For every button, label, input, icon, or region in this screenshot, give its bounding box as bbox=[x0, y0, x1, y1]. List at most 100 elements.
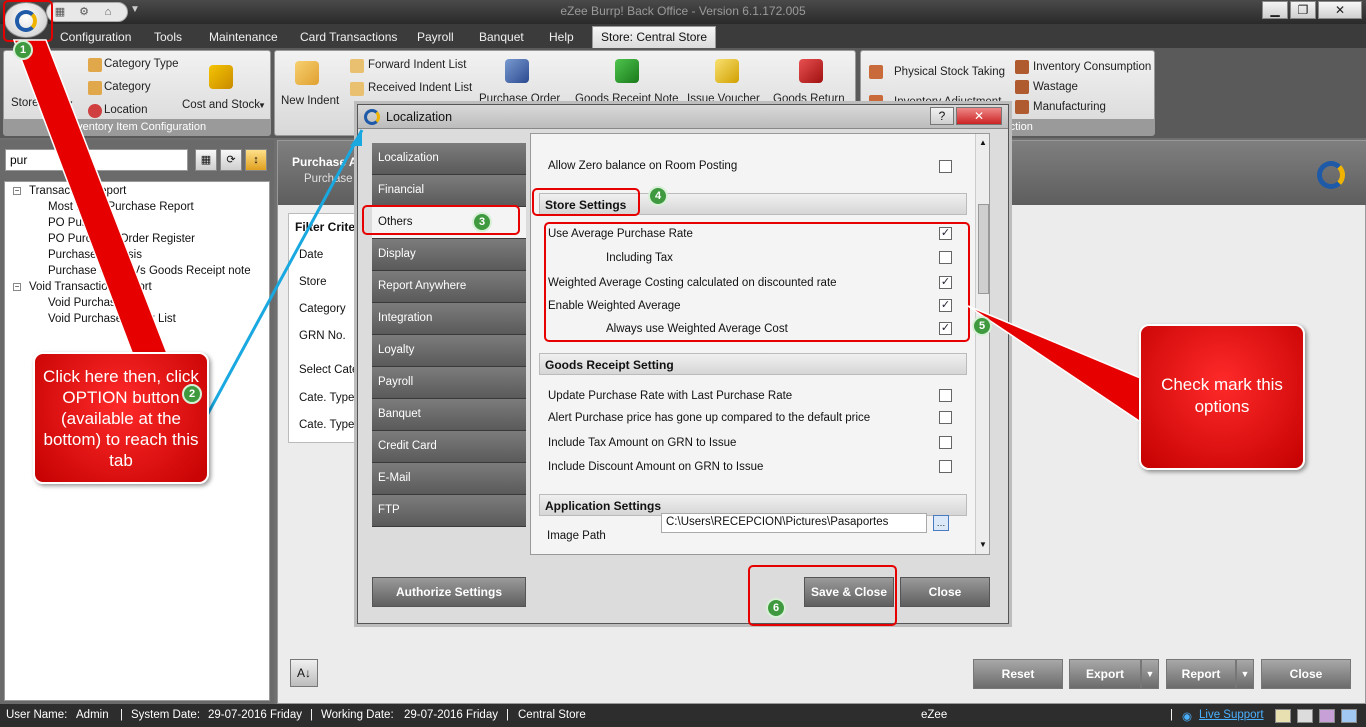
include-tax-grn-checkbox[interactable] bbox=[939, 436, 952, 449]
physical-stock-icon bbox=[869, 65, 883, 79]
tree-node-transaction-report[interactable]: Transaction Report bbox=[29, 185, 126, 197]
localization-dialog: Localization ? ✕ Localization Financial … bbox=[357, 104, 1009, 624]
tray-icon[interactable] bbox=[1341, 709, 1357, 723]
physical-stock-taking-button[interactable]: Physical Stock Taking bbox=[894, 66, 1005, 78]
close-report-button[interactable]: Close bbox=[1261, 659, 1351, 689]
tab-display[interactable]: Display bbox=[372, 239, 526, 271]
tree-item[interactable]: Void Purchase List bbox=[48, 297, 143, 309]
chevron-down-icon[interactable]: ▼ bbox=[258, 101, 266, 110]
cost-and-stock-button[interactable]: Cost and Stock bbox=[182, 99, 260, 111]
tree-item[interactable]: Void Purchase Order List bbox=[48, 313, 176, 325]
allow-zero-checkbox[interactable] bbox=[939, 160, 952, 173]
image-path-field[interactable]: C:\Users\RECEPCION\Pictures\Pasaportes bbox=[661, 513, 927, 533]
tab-localization[interactable]: Localization bbox=[372, 143, 526, 175]
tab-report-anywhere[interactable]: Report Anywhere bbox=[372, 271, 526, 303]
menu-configuration[interactable]: Configuration bbox=[60, 30, 131, 44]
tree-item[interactable]: PO Purchase bbox=[48, 217, 116, 229]
globe-icon: ◉ bbox=[1182, 711, 1193, 723]
tab-ftp[interactable]: FTP bbox=[372, 495, 526, 527]
menu-help[interactable]: Help bbox=[549, 30, 574, 44]
tab-loyalty[interactable]: Loyalty bbox=[372, 335, 526, 367]
sort-az-icon[interactable]: A↓ bbox=[290, 659, 318, 687]
system-date-label: System Date: bbox=[131, 709, 201, 721]
refresh-icon[interactable]: ⟳ bbox=[220, 149, 242, 171]
scroll-down-icon[interactable]: ▼ bbox=[979, 540, 987, 549]
system-date-value: 29-07-2016 Friday bbox=[208, 709, 302, 721]
menu-payroll[interactable]: Payroll bbox=[417, 30, 454, 44]
scroll-thumb[interactable] bbox=[978, 204, 989, 294]
alert-purchase-price-checkbox[interactable] bbox=[939, 411, 952, 424]
minimize-button[interactable]: ▁ bbox=[1262, 1, 1288, 19]
new-indent-icon bbox=[295, 61, 319, 85]
category-type-button[interactable]: Category Type bbox=[104, 58, 179, 70]
reset-button[interactable]: Reset bbox=[973, 659, 1063, 689]
purchase-order-icon bbox=[505, 59, 529, 83]
tree-node-void-transaction-report[interactable]: Void Transaction Report bbox=[29, 281, 152, 293]
divider: | bbox=[310, 709, 313, 721]
live-support-link[interactable]: Live Support bbox=[1199, 709, 1264, 721]
received-indent-list-button[interactable]: Received Indent List bbox=[368, 82, 472, 94]
export-dropdown-icon[interactable]: ▼ bbox=[1141, 659, 1159, 689]
update-purchase-rate-checkbox[interactable] bbox=[939, 389, 952, 402]
tree-item[interactable]: Purchase Analysis bbox=[48, 249, 142, 261]
tab-integration[interactable]: Integration bbox=[372, 303, 526, 335]
inventory-consumption-button[interactable]: Inventory Consumption bbox=[1033, 61, 1151, 73]
tab-email[interactable]: E-Mail bbox=[372, 463, 526, 495]
highlight-store-options bbox=[544, 222, 970, 342]
step-badge: 5 bbox=[972, 316, 992, 336]
forward-indent-list-button[interactable]: Forward Indent List bbox=[368, 59, 466, 71]
sort-icon[interactable]: ↕ bbox=[245, 149, 267, 171]
menu-tools[interactable]: Tools bbox=[154, 30, 182, 44]
wastage-button[interactable]: Wastage bbox=[1033, 81, 1078, 93]
tab-payroll[interactable]: Payroll bbox=[372, 367, 526, 399]
tab-financial[interactable]: Financial bbox=[372, 175, 526, 207]
tree-item[interactable]: Purchase Order Vs Goods Receipt note bbox=[48, 265, 251, 277]
chevron-down-icon[interactable]: ▼ bbox=[66, 99, 74, 108]
scroll-up-icon[interactable]: ▲ bbox=[979, 138, 987, 147]
tray-icon[interactable] bbox=[1319, 709, 1335, 723]
calendar-icon[interactable]: ▦ bbox=[195, 149, 217, 171]
report-button[interactable]: Report bbox=[1166, 659, 1236, 689]
close-dialog-button[interactable]: ✕ bbox=[956, 107, 1002, 125]
store-items-button[interactable]: Store Items bbox=[11, 97, 70, 109]
divider: | bbox=[506, 709, 509, 721]
close-window-button[interactable]: ✕ bbox=[1318, 1, 1362, 19]
tree-item[interactable]: PO Purchase Order Register bbox=[48, 233, 195, 245]
include-discount-grn-checkbox[interactable] bbox=[939, 460, 952, 473]
collapse-icon[interactable]: − bbox=[13, 283, 21, 291]
help-button[interactable]: ? bbox=[930, 107, 954, 125]
report-search-input[interactable] bbox=[5, 149, 188, 171]
tree-item[interactable]: Most Least Purchase Report bbox=[48, 201, 194, 213]
authorize-settings-button[interactable]: Authorize Settings bbox=[372, 577, 526, 607]
location-icon bbox=[88, 104, 102, 118]
export-button[interactable]: Export bbox=[1069, 659, 1141, 689]
goods-return-icon bbox=[799, 59, 823, 83]
menu-maintenance[interactable]: Maintenance bbox=[209, 30, 278, 44]
location-button[interactable]: Location bbox=[104, 104, 147, 116]
step-badge: 3 bbox=[472, 212, 492, 232]
menu-banquet[interactable]: Banquet bbox=[479, 30, 524, 44]
section-goods-receipt: Goods Receipt Setting bbox=[539, 353, 967, 375]
wastage-icon bbox=[1015, 80, 1029, 94]
ribbon-group-item-config: Store Items ▼ Category Type Category Loc… bbox=[3, 50, 271, 136]
menu-store[interactable]: Store: Central Store bbox=[592, 26, 717, 48]
cost-stock-icon bbox=[209, 65, 233, 89]
new-indent-button[interactable]: New Indent bbox=[281, 95, 339, 107]
manufacturing-button[interactable]: Manufacturing bbox=[1033, 101, 1106, 113]
collapse-icon[interactable]: − bbox=[13, 187, 21, 195]
browse-icon[interactable]: … bbox=[933, 515, 949, 531]
tab-credit-card[interactable]: Credit Card bbox=[372, 431, 526, 463]
step-badge: 4 bbox=[648, 186, 668, 206]
filter-label: Cate. Type1 bbox=[299, 392, 361, 404]
close-button[interactable]: Close bbox=[900, 577, 990, 607]
tab-banquet[interactable]: Banquet bbox=[372, 399, 526, 431]
menu-card-transactions[interactable]: Card Transactions bbox=[300, 30, 397, 44]
tray-icon[interactable] bbox=[1297, 709, 1313, 723]
category-button[interactable]: Category bbox=[104, 81, 151, 93]
restore-button[interactable]: ❐ bbox=[1290, 1, 1316, 19]
divider: | bbox=[1170, 709, 1173, 721]
report-title: Purchase A bbox=[292, 155, 358, 169]
settings-scrollbar[interactable]: ▲ ▼ bbox=[975, 134, 989, 554]
report-dropdown-icon[interactable]: ▼ bbox=[1236, 659, 1254, 689]
tray-icon[interactable] bbox=[1275, 709, 1291, 723]
